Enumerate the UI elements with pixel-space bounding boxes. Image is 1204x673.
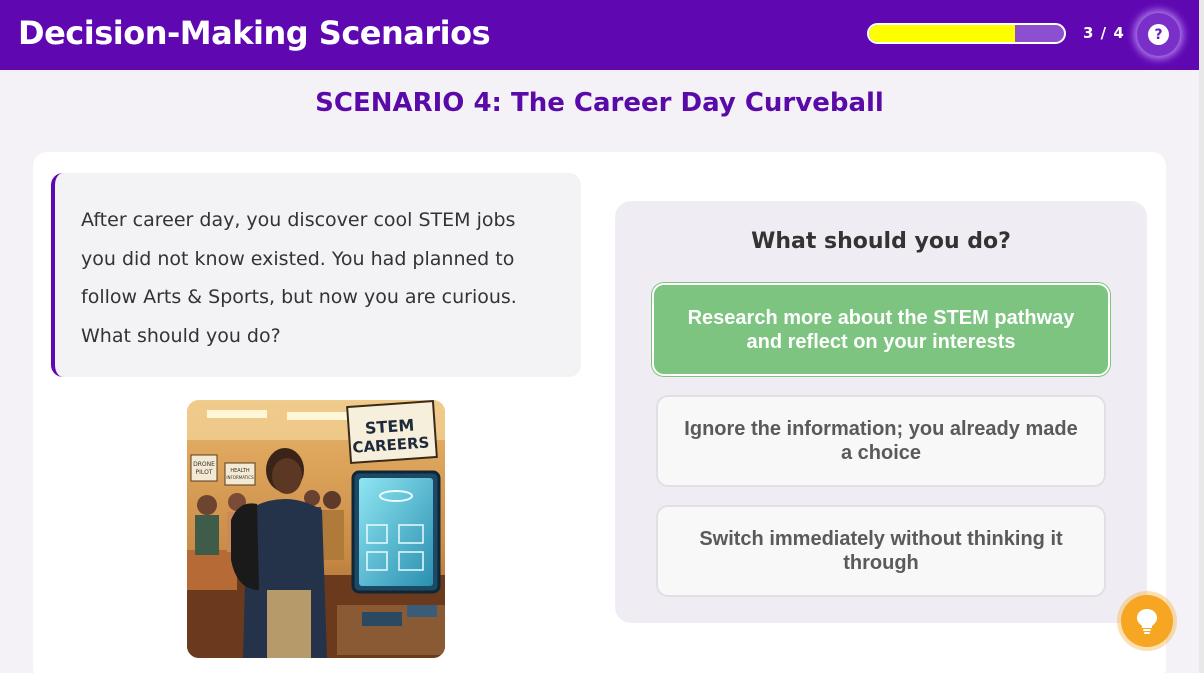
stem-careers-sign: STEM CAREERS [346,400,438,464]
help-button[interactable]: ? [1137,13,1180,56]
option-ignore-information[interactable]: Ignore the information; you already made… [656,395,1106,487]
option-research-stem[interactable]: Research more about the STEM pathway and… [652,283,1110,376]
scenario-illustration: DRONE PILOT HEALTH INFORMATICS STEM CARE… [187,400,445,658]
booth-sign-drone-line2: PILOT [196,469,213,476]
progress-bar-fill [869,25,1016,42]
booth-sign-health-line1: HEALTH [230,468,249,474]
top-bar: Decision-Making Scenarios 3 / 4 ? [0,0,1199,70]
scenario-prompt-box: After career day, you discover cool STEM… [51,173,581,377]
question-title: What should you do? [751,229,1011,254]
scenario-prompt-text: After career day, you discover cool STEM… [81,209,517,347]
booth-sign-drone-line1: DRONE [193,461,215,468]
hint-button[interactable] [1121,595,1173,647]
progress-bar [867,23,1066,44]
progress-counter: 3 / 4 [1083,24,1125,42]
booth-sign-health: HEALTH INFORMATICS [224,462,256,486]
option-switch-immediately[interactable]: Switch immediately without thinking it t… [656,505,1106,597]
booth-sign-drone: DRONE PILOT [190,454,218,482]
question-mark-icon: ? [1148,24,1169,45]
scenario-title: SCENARIO 4: The Career Day Curveball [315,88,884,118]
scrollbar[interactable] [1199,0,1204,673]
stem-display-screen [351,470,441,594]
booth-sign-health-line2: INFORMATICS [226,475,254,480]
app-title: Decision-Making Scenarios [18,14,491,52]
lightbulb-icon [1137,609,1157,634]
